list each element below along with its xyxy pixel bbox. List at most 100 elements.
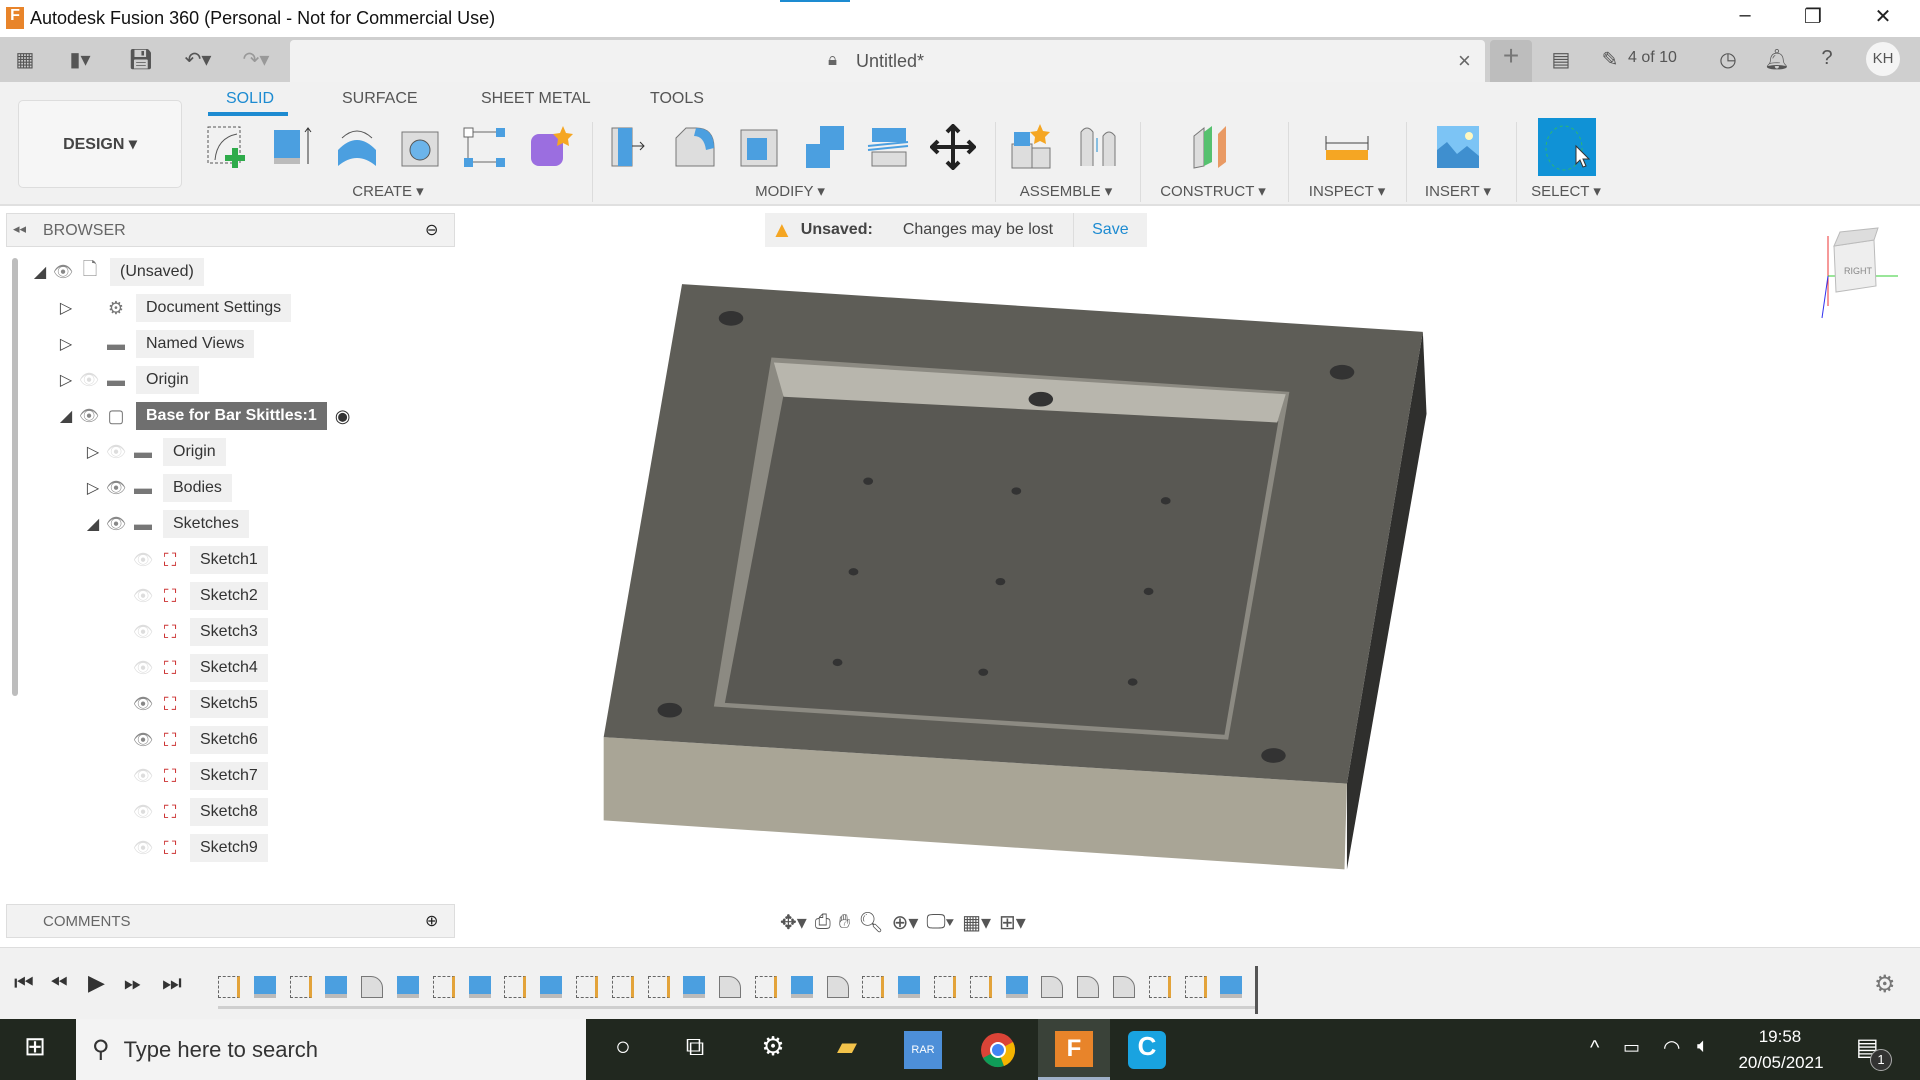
timeline-sketch-icon[interactable]: [611, 976, 634, 998]
activate-component-icon[interactable]: ◉: [335, 406, 351, 427]
timeline-fillet-icon[interactable]: [1113, 976, 1135, 998]
move-copy-icon[interactable]: [930, 124, 976, 170]
go-to-end-icon[interactable]: ⏭︎: [162, 970, 182, 996]
workspace-switcher[interactable]: DESIGN ▾: [18, 100, 182, 188]
winrar-icon[interactable]: RAR: [904, 1031, 942, 1069]
collapse-arrow-icon[interactable]: ◢: [83, 514, 103, 534]
tab-sheet-metal[interactable]: SHEET METAL: [481, 90, 591, 108]
create-sketch-icon[interactable]: [205, 124, 251, 170]
visibility-eye-icon[interactable]: 👁︎: [76, 406, 102, 426]
step-forward-icon[interactable]: ⏩︎: [124, 970, 142, 996]
expand-arrow-icon[interactable]: ▷: [83, 442, 103, 462]
timeline-settings-icon[interactable]: ⚙: [1874, 970, 1896, 999]
clock-date[interactable]: 20/05/2021: [1735, 1053, 1827, 1073]
browser-item[interactable]: ◢ 👁︎ 🗋 (Unsaved): [30, 257, 204, 287]
fusion-taskbar-button[interactable]: F: [1038, 1019, 1110, 1080]
collapse-arrow-icon[interactable]: ◢: [56, 406, 76, 426]
browser-item[interactable]: ▷ ▬ Named Views: [56, 329, 255, 359]
orbit-icon[interactable]: ✥▾: [780, 910, 807, 935]
timeline-sketch-icon[interactable]: [432, 976, 455, 998]
browser-item[interactable]: 👁︎ ⛶ Sketch2: [130, 581, 268, 611]
job-status-count[interactable]: 4 of 10: [1628, 49, 1677, 67]
timeline-fillet-icon[interactable]: [1041, 976, 1064, 998]
collapse-browser-icon[interactable]: ◂◂: [13, 221, 26, 237]
collapse-arrow-icon[interactable]: ◢: [30, 262, 50, 282]
timeline-extrude-icon[interactable]: [540, 976, 563, 998]
timeline-extrude-icon[interactable]: [1005, 976, 1028, 998]
inspect-group-menu[interactable]: INSPECT ▾: [1309, 182, 1385, 200]
browser-item[interactable]: 👁︎ ⛶ Sketch9: [130, 833, 268, 863]
browser-item[interactable]: 👁︎ ⛶ Sketch5: [130, 689, 268, 719]
browser-item[interactable]: 👁︎ ⛶ Sketch3: [130, 617, 268, 647]
task-view-icon[interactable]: ⧉: [676, 1031, 714, 1069]
timeline-sketch-icon[interactable]: [1184, 976, 1207, 998]
clock-icon[interactable]: ◷: [1715, 47, 1741, 71]
new-component-icon[interactable]: [1010, 124, 1056, 170]
assemble-group-menu[interactable]: ASSEMBLE ▾: [1020, 182, 1113, 200]
data-panel-grid-icon[interactable]: ▦: [12, 47, 38, 71]
visibility-eye-icon[interactable]: 👁︎: [130, 550, 156, 570]
shell-icon[interactable]: [737, 124, 783, 170]
cortana-icon[interactable]: ○: [604, 1031, 642, 1069]
timeline-marker[interactable]: [1255, 966, 1258, 1014]
visibility-eye-icon[interactable]: 👁︎: [130, 622, 156, 642]
grid-settings-icon[interactable]: ▦▾: [962, 910, 991, 935]
comments-icon[interactable]: ▤: [1548, 47, 1574, 71]
browser-item[interactable]: 👁︎ ⛶ Sketch4: [130, 653, 268, 683]
undo-icon[interactable]: ↶▾: [178, 47, 218, 71]
add-comment-icon[interactable]: ⊕: [425, 911, 438, 931]
redo-icon[interactable]: ↷▾: [236, 47, 276, 71]
timeline-sketch-icon[interactable]: [576, 976, 598, 998]
browser-item[interactable]: ▷ 👁︎ ▬ Origin: [83, 437, 226, 467]
select-group-menu[interactable]: SELECT ▾: [1531, 182, 1601, 200]
clock-time[interactable]: 19:58: [1740, 1027, 1820, 1047]
visibility-eye-icon[interactable]: 👁︎: [103, 514, 129, 534]
visibility-eye-icon[interactable]: 👁︎: [76, 370, 102, 390]
select-icon[interactable]: [1538, 118, 1596, 176]
close-window-button[interactable]: ✕: [1858, 4, 1908, 32]
browser-item[interactable]: ▷ ⚙ Document Settings: [56, 293, 292, 323]
help-icon[interactable]: ?: [1814, 47, 1840, 71]
browser-item[interactable]: ◢ 👁︎ ▬ Sketches: [83, 509, 249, 539]
save-icon[interactable]: 💾︎: [128, 47, 154, 71]
app-c-icon[interactable]: C: [1128, 1031, 1166, 1069]
document-tab[interactable]: 🔒︎ Untitled* ×: [290, 40, 1485, 82]
timeline-fillet-icon[interactable]: [361, 976, 384, 998]
zoom-icon[interactable]: 🔍︎: [858, 910, 883, 935]
browser-scrollbar[interactable]: [12, 258, 18, 696]
step-back-icon[interactable]: ⏪︎: [50, 970, 68, 996]
visibility-eye-icon[interactable]: 👁︎: [130, 658, 156, 678]
timeline-sketch-icon[interactable]: [1148, 976, 1171, 998]
new-tab-button[interactable]: +: [1490, 40, 1532, 82]
chrome-icon[interactable]: [979, 1031, 1017, 1069]
timeline-extrude-icon[interactable]: [1220, 976, 1243, 998]
timeline-extrude-icon[interactable]: [790, 976, 813, 998]
visibility-eye-icon[interactable]: 👁︎: [103, 442, 129, 462]
bell-icon[interactable]: 🔔︎: [1764, 47, 1790, 71]
visibility-eye-icon[interactable]: 👁︎: [130, 730, 156, 750]
look-at-icon[interactable]: ⎙: [815, 911, 831, 934]
visibility-eye-icon[interactable]: 👁︎: [130, 802, 156, 822]
press-pull-icon[interactable]: [608, 124, 654, 170]
volume-icon[interactable]: 🔈︎: [1697, 1035, 1709, 1058]
offset-face-icon[interactable]: [866, 124, 912, 170]
expand-arrow-icon[interactable]: ▷: [56, 370, 76, 390]
viewports-icon[interactable]: ⊞▾: [999, 910, 1026, 935]
play-icon[interactable]: ▶: [88, 970, 105, 996]
browser-item[interactable]: ▷ 👁︎ ▬ Origin: [56, 365, 199, 395]
visibility-eye-icon[interactable]: 👁︎: [130, 766, 156, 786]
pattern-icon[interactable]: [462, 124, 508, 170]
timeline-extrude-icon[interactable]: [898, 976, 921, 998]
joint-icon[interactable]: [1075, 124, 1121, 170]
timeline-sketch-icon[interactable]: [755, 976, 777, 998]
save-button[interactable]: Save: [1073, 213, 1146, 247]
visibility-eye-icon[interactable]: 👁︎: [130, 694, 156, 714]
browser-item[interactable]: 👁︎ ⛶ Sketch1: [130, 545, 268, 575]
insert-image-icon[interactable]: [1435, 124, 1481, 170]
timeline-sketch-icon[interactable]: [647, 976, 670, 998]
fillet-icon[interactable]: [672, 124, 718, 170]
timeline-fillet-icon[interactable]: [826, 976, 849, 998]
timeline-sketch-icon[interactable]: [504, 976, 527, 998]
browser-minimize-icon[interactable]: ⊖: [425, 220, 438, 240]
browser-item[interactable]: 👁︎ ⛶ Sketch8: [130, 797, 268, 827]
